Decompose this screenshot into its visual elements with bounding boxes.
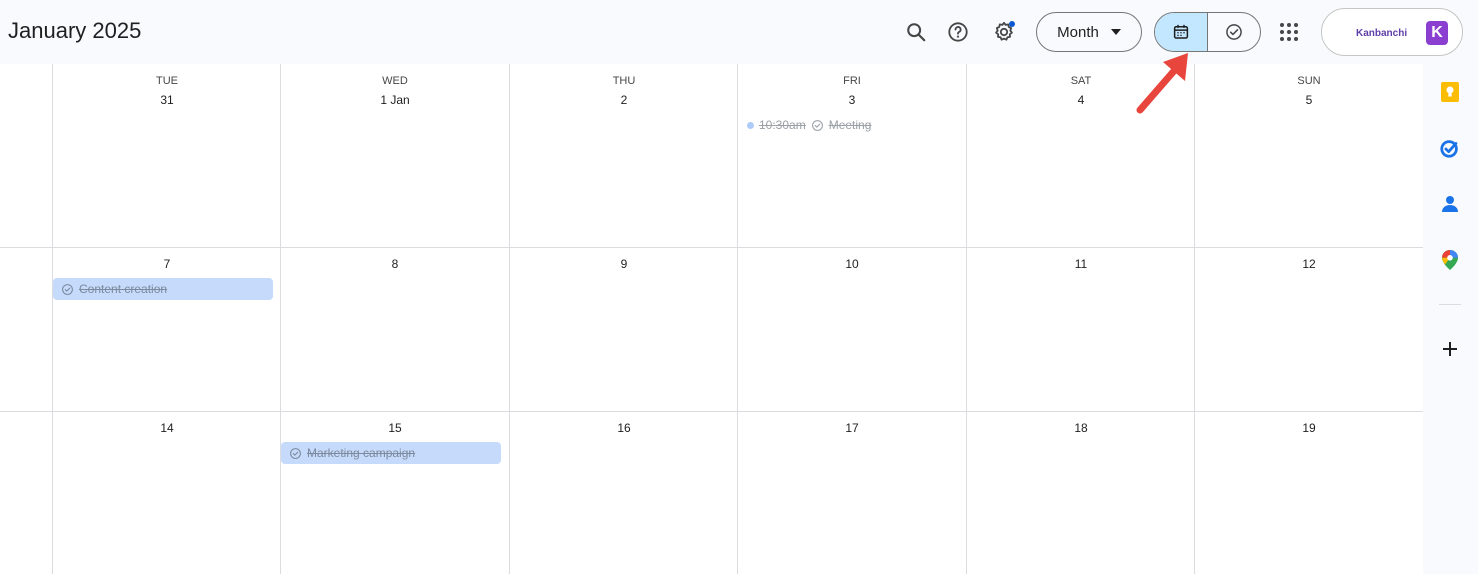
month-grid: TUE WED THU FRI SAT SUN 31 1 Jan 2 3 4 5…	[0, 64, 1423, 574]
side-divider	[1439, 304, 1461, 305]
event-title: Meeting	[828, 118, 872, 132]
day-number[interactable]: 5	[1195, 93, 1423, 107]
annotation-arrow-icon	[1136, 53, 1188, 114]
tasks-icon	[1225, 24, 1242, 40]
contacts-icon	[1442, 196, 1458, 212]
event-color-dot	[747, 121, 754, 129]
day-number[interactable]: 9	[510, 257, 738, 271]
add-addon-button[interactable]	[1437, 336, 1463, 362]
task-done-icon	[290, 447, 301, 459]
weekday-header: TUE	[156, 75, 178, 87]
weekday-header: SUN	[1297, 75, 1321, 87]
day-number[interactable]: 17	[738, 421, 966, 435]
task-done-icon	[811, 119, 823, 131]
apps-grid-icon	[1280, 23, 1298, 41]
weekday-header: THU	[612, 75, 636, 87]
day-number[interactable]: 8	[281, 257, 509, 271]
search-button[interactable]	[900, 16, 932, 48]
view-label: Month	[1057, 23, 1099, 41]
help-button[interactable]	[942, 16, 974, 48]
task-title: Content creation	[79, 282, 168, 296]
top-bar: January 2025 Month Kanbanchi K	[0, 0, 1478, 64]
add-icon	[1443, 342, 1457, 356]
apps-button[interactable]	[1273, 16, 1305, 48]
view-selector[interactable]: Month	[1036, 12, 1142, 52]
calendar-icon	[1173, 24, 1188, 39]
day-number[interactable]: 7	[53, 257, 281, 271]
account-brand-label: Kanbanchi	[1356, 28, 1408, 39]
calendar-event[interactable]: 10:30am Meeting	[747, 118, 871, 132]
weekday-header: WED	[382, 75, 408, 87]
day-number[interactable]: 3	[738, 93, 966, 107]
settings-button[interactable]	[988, 16, 1020, 48]
day-number[interactable]: 12	[1195, 257, 1423, 271]
day-number[interactable]: 1 Jan	[281, 93, 509, 107]
settings-icon	[995, 21, 1015, 41]
help-icon	[948, 22, 968, 42]
task-event[interactable]: Marketing campaign	[281, 442, 501, 464]
side-panel	[1423, 64, 1478, 574]
calendar-view-button[interactable]	[1155, 13, 1208, 51]
day-number[interactable]: 16	[510, 421, 738, 435]
contacts-button[interactable]	[1437, 191, 1463, 217]
day-number[interactable]: 14	[53, 421, 281, 435]
tasks-side-button[interactable]	[1437, 135, 1463, 161]
day-number[interactable]: 10	[738, 257, 966, 271]
page-title: January 2025	[8, 18, 142, 43]
dropdown-arrow-icon	[1110, 29, 1121, 35]
tasks-view-button[interactable]	[1208, 13, 1261, 51]
calendar-tasks-toggle	[1154, 12, 1261, 52]
day-number[interactable]: 31	[53, 93, 281, 107]
task-title: Marketing campaign	[307, 446, 416, 460]
kanbanchi-logo-icon: K	[1426, 21, 1448, 45]
maps-button[interactable]	[1437, 247, 1463, 273]
day-number[interactable]: 11	[967, 257, 1195, 271]
tasks-icon	[1440, 140, 1458, 158]
search-icon	[907, 23, 926, 42]
keep-icon	[1441, 82, 1459, 102]
day-number[interactable]: 15	[281, 421, 509, 435]
day-number[interactable]: 19	[1195, 421, 1423, 435]
account-button[interactable]: Kanbanchi K	[1321, 8, 1463, 56]
day-number[interactable]: 18	[967, 421, 1195, 435]
task-done-icon	[62, 283, 73, 295]
keep-button[interactable]	[1437, 79, 1463, 105]
event-time: 10:30am	[759, 118, 806, 132]
maps-icon	[1442, 250, 1458, 270]
day-number[interactable]: 2	[510, 93, 738, 107]
task-event[interactable]: Content creation	[53, 278, 273, 300]
weekday-header: FRI	[843, 75, 861, 87]
